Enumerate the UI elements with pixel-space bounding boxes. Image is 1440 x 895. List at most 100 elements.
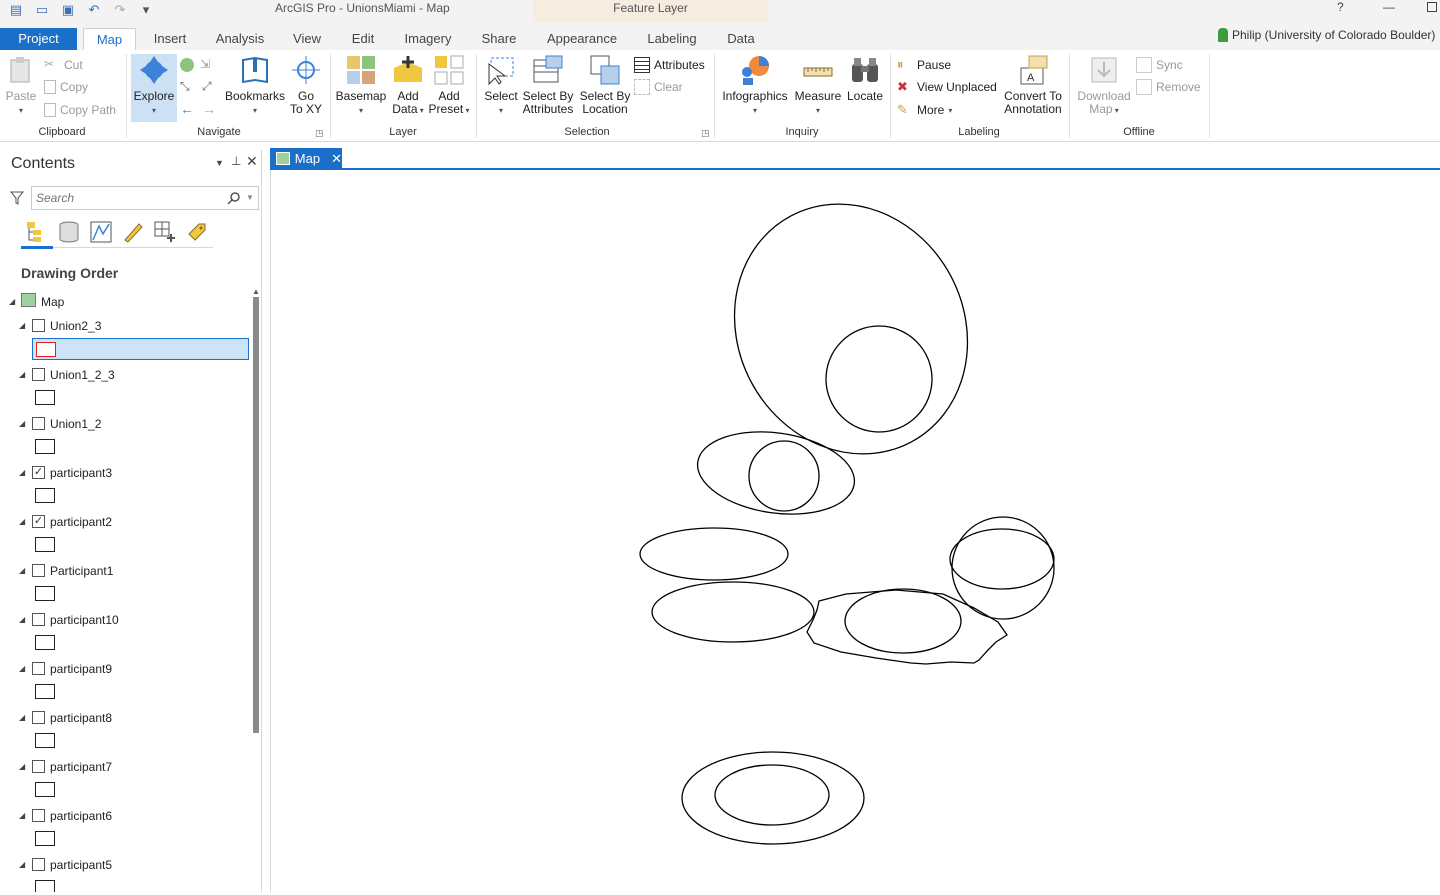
locate-button[interactable]: Locate — [845, 54, 885, 103]
clear-selection-button[interactable]: Clear — [634, 78, 683, 96]
more-labeling-button[interactable]: ✎ More ▾ — [897, 101, 952, 119]
search-options-icon[interactable]: ▼ — [246, 193, 254, 202]
polygon-symbol-patch[interactable] — [35, 880, 55, 892]
layer-row[interactable]: ◢ Union2_3 — [0, 314, 250, 338]
collapse-icon[interactable]: ◢ — [19, 419, 25, 428]
data-source-icon[interactable] — [57, 220, 81, 244]
tab-labeling[interactable]: Labeling — [636, 28, 708, 50]
collapse-icon[interactable]: ◢ — [19, 664, 25, 673]
layer-symbol-row[interactable] — [32, 779, 249, 801]
layer-row[interactable]: ◢ Union1_2 — [0, 412, 250, 436]
scroll-up-icon[interactable]: ▲ — [252, 287, 260, 296]
polygon-symbol-patch[interactable] — [35, 733, 55, 748]
layer-symbol-row[interactable] — [32, 632, 249, 654]
map-canvas[interactable] — [270, 170, 1440, 892]
layer-visibility-checkbox[interactable]: ✓ — [32, 515, 45, 528]
map-polygon[interactable] — [949, 528, 1055, 590]
collapse-icon[interactable]: ◢ — [9, 297, 15, 306]
editing-view-icon[interactable] — [121, 220, 145, 244]
tab-insert[interactable]: Insert — [144, 28, 196, 50]
view-unplaced-button[interactable]: ✖ View Unplaced — [897, 78, 997, 96]
select-by-attributes-button[interactable]: Select By Attributes — [521, 54, 575, 116]
scroll-thumb[interactable] — [253, 297, 259, 733]
snapping-view-icon[interactable] — [153, 220, 177, 244]
signed-in-user[interactable]: Philip (University of Colorado Boulder) — [1218, 28, 1435, 42]
map-polygon[interactable] — [681, 751, 865, 845]
polygon-symbol-patch[interactable] — [35, 684, 55, 699]
minimize-button[interactable]: — — [1383, 0, 1395, 14]
go-to-xy-button[interactable]: Go To XY — [288, 54, 324, 116]
layer-symbol-row[interactable] — [32, 877, 249, 892]
redo-icon[interactable]: ↷ — [112, 2, 128, 18]
select-button[interactable]: Select ▾ — [482, 54, 520, 117]
explore-button[interactable]: Explore ▾ — [131, 54, 177, 122]
layer-row[interactable]: ◢ participant9 — [0, 657, 250, 681]
collapse-icon[interactable]: ◢ — [19, 517, 25, 526]
tab-project[interactable]: Project — [0, 28, 77, 50]
layer-symbol-row[interactable] — [32, 730, 249, 752]
layer-row[interactable]: ◢ participant7 — [0, 755, 250, 779]
navigate-launcher-icon[interactable]: ◳ — [315, 128, 324, 139]
save-project-icon[interactable]: ▣ — [60, 2, 76, 18]
selection-launcher-icon[interactable]: ◳ — [701, 128, 710, 139]
layer-row[interactable]: ◢ participant6 — [0, 804, 250, 828]
layer-visibility-checkbox[interactable] — [32, 711, 45, 724]
collapse-icon[interactable]: ◢ — [19, 860, 25, 869]
contents-scrollbar[interactable]: ▲ — [252, 287, 260, 887]
layer-visibility-checkbox[interactable] — [32, 760, 45, 773]
collapse-icon[interactable]: ◢ — [19, 566, 25, 575]
tab-imagery[interactable]: Imagery — [396, 28, 460, 50]
map-polygon[interactable] — [825, 325, 933, 433]
map-polygon[interactable] — [691, 170, 1011, 495]
measure-button[interactable]: Measure ▾ — [793, 54, 843, 117]
map-polygon[interactable] — [639, 527, 789, 581]
cut-button[interactable]: ✂ Cut — [44, 56, 83, 74]
collapse-icon[interactable]: ◢ — [19, 468, 25, 477]
layer-row[interactable]: ◢ ✓ participant2 — [0, 510, 250, 534]
map-polygon[interactable] — [748, 440, 820, 512]
map-polygon[interactable] — [714, 764, 830, 826]
copy-path-button[interactable]: Copy Path — [44, 101, 116, 119]
layer-row[interactable]: ◢ participant8 — [0, 706, 250, 730]
layer-visibility-checkbox[interactable] — [32, 319, 45, 332]
layer-row[interactable]: ◢ participant5 — [0, 853, 250, 877]
previous-extent-icon[interactable]: ← — [180, 101, 196, 117]
layer-visibility-checkbox[interactable] — [32, 809, 45, 822]
map-polygon[interactable] — [844, 588, 962, 654]
pane-menu-icon[interactable]: ▼ — [215, 158, 224, 168]
layer-symbol-row[interactable] — [32, 534, 249, 556]
new-project-icon[interactable]: ▤ — [8, 2, 24, 18]
help-button[interactable]: ? — [1337, 0, 1344, 14]
polygon-symbol-patch[interactable] — [35, 782, 55, 797]
select-by-location-button[interactable]: Select By Location — [578, 54, 632, 116]
polygon-symbol-patch[interactable] — [35, 488, 55, 503]
polygon-symbol-patch[interactable] — [35, 390, 55, 405]
layer-symbol-row[interactable] — [32, 828, 249, 850]
remove-button[interactable]: Remove — [1136, 78, 1201, 96]
map-polygon[interactable] — [692, 422, 860, 523]
convert-to-annotation-button[interactable]: A Convert To Annotation — [1002, 54, 1064, 116]
fixed-zoom-out-icon[interactable]: ⤢ — [202, 79, 218, 95]
map-polygon[interactable] — [951, 516, 1055, 620]
labeling-view-icon[interactable] — [185, 220, 209, 244]
polygon-symbol-patch[interactable] — [35, 439, 55, 454]
layer-visibility-checkbox[interactable] — [32, 662, 45, 675]
tab-analysis[interactable]: Analysis — [208, 28, 272, 50]
customize-qat-icon[interactable]: ▾ — [138, 2, 154, 18]
fixed-zoom-in-icon[interactable]: ⤡ — [180, 79, 196, 95]
layer-visibility-checkbox[interactable] — [32, 417, 45, 430]
search-input[interactable] — [36, 190, 216, 206]
layer-symbol-row[interactable] — [32, 485, 249, 507]
maximize-button[interactable] — [1427, 2, 1437, 12]
map-polygon[interactable] — [651, 581, 815, 643]
polygon-symbol-patch[interactable] — [35, 586, 55, 601]
pause-labeling-button[interactable]: ⏸ Pause — [897, 56, 951, 74]
layer-row[interactable]: ◢ Union1_2_3 — [0, 363, 250, 387]
tab-map[interactable]: Map — [83, 28, 136, 50]
zoom-selected-icon[interactable]: ⇲ — [200, 57, 216, 73]
paste-button[interactable]: Paste ▾ — [4, 54, 38, 117]
close-icon[interactable]: ✕ — [246, 153, 258, 170]
basemap-button[interactable]: Basemap ▾ — [335, 54, 387, 117]
download-map-button[interactable]: Download Map ▾ — [1074, 54, 1134, 117]
search-icon[interactable] — [227, 191, 241, 205]
